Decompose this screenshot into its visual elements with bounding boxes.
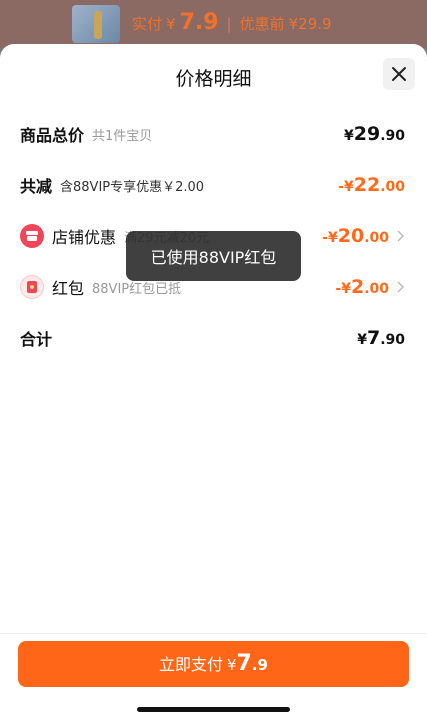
chevron-right-icon — [397, 281, 405, 293]
toast-message: 已使用88VIP红包 — [126, 231, 301, 281]
close-icon — [392, 67, 406, 81]
product-thumbnail — [72, 5, 120, 43]
row-label: 合计 — [20, 330, 53, 349]
before-label: 优惠前 — [239, 15, 285, 33]
home-indicator[interactable] — [137, 707, 290, 712]
row-label: 红包 — [52, 279, 85, 298]
row-sub: 含88VIP专享优惠￥2.00 — [60, 179, 205, 195]
pay-label: 实付 — [132, 15, 163, 33]
row-amount: -¥ 20 .00 — [322, 225, 389, 247]
row-amount: -¥ 2 .00 — [335, 276, 389, 298]
store-icon — [20, 224, 44, 248]
pay-button-dec: .9 — [251, 656, 268, 674]
footer-divider — [0, 633, 427, 634]
pay-currency: ¥ — [166, 15, 176, 33]
red-packet-icon — [20, 275, 44, 299]
sheet-title: 价格明细 — [175, 68, 252, 90]
pay-button-currency: ¥ — [227, 656, 237, 674]
row-label: 商品总价 — [20, 126, 85, 145]
row-grand-total: 合计 ¥ 7 .90 — [20, 323, 405, 353]
row-label: 共减 — [20, 177, 53, 196]
top-price-summary: 实付 ¥ 7.9 | 优惠前 ¥29.9 — [132, 10, 332, 35]
close-button[interactable] — [383, 58, 415, 90]
row-goods-total: 商品总价 共1件宝贝 ¥ 29 .90 — [20, 119, 405, 149]
row-amount: -¥ 22 .00 — [338, 174, 405, 196]
pay-now-button[interactable]: 立即支付 ¥ 7 .9 — [18, 641, 409, 687]
product-summary-bar: 实付 ¥ 7.9 | 优惠前 ¥29.9 — [0, 0, 427, 48]
chevron-right-icon — [397, 230, 405, 242]
row-amount: ¥ 29 .90 — [343, 123, 405, 145]
pay-button-int: 7 — [236, 651, 252, 676]
price-detail-sheet: 价格明细 商品总价 共1件宝贝 ¥ 29 .90 共减 含88VIP专享优惠￥2… — [0, 44, 427, 720]
pay-button-label: 立即支付 — [158, 655, 223, 674]
row-total-discount: 共减 含88VIP专享优惠￥2.00 -¥ 22 .00 — [20, 170, 405, 200]
before-amount: ¥29.9 — [288, 15, 332, 33]
row-sub: 共1件宝贝 — [92, 128, 153, 144]
pay-amount: 7.9 — [179, 10, 219, 35]
row-amount: ¥ 7 .90 — [357, 327, 405, 349]
row-label: 店铺优惠 — [52, 228, 117, 247]
